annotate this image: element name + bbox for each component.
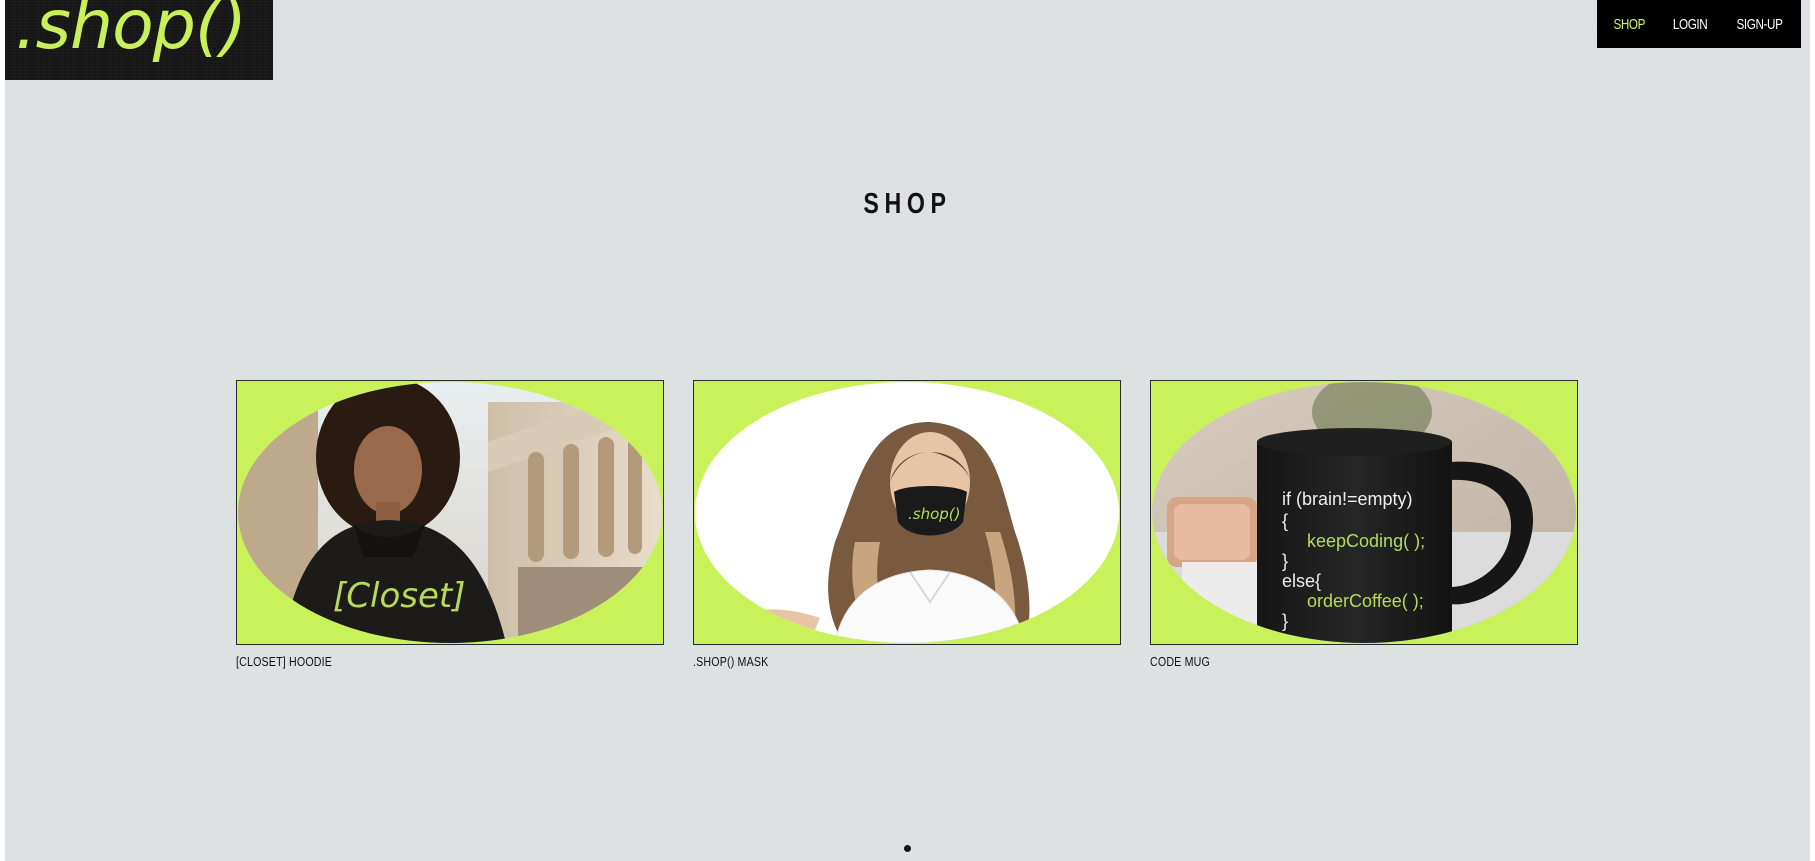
product-image-frame[interactable]: .shop() <box>693 380 1121 645</box>
svg-text:}: } <box>1282 551 1288 571</box>
svg-text:orderCoffee( );: orderCoffee( ); <box>1307 591 1424 611</box>
mask-print-text: .shop() <box>908 505 961 523</box>
top-nav: SHOP LOGIN SIGN-UP <box>1597 0 1801 48</box>
nav-login-link[interactable]: LOGIN <box>1673 16 1708 33</box>
brand-logo[interactable]: .shop() <box>5 0 273 80</box>
product-card-mug[interactable]: if (brain!=empty) { keepCoding( ); } els… <box>1150 380 1578 669</box>
product-photo-hoodie: [Closet] <box>238 382 662 643</box>
product-card-hoodie[interactable]: [Closet] [CLOSET] HOODIE <box>236 380 664 669</box>
nav-shop-link[interactable]: SHOP <box>1614 16 1646 33</box>
product-image-frame[interactable]: [Closet] <box>236 380 664 645</box>
product-card-mask[interactable]: .shop() .SHOP() MASK <box>693 380 1121 669</box>
svg-text:if (brain!=empty): if (brain!=empty) <box>1282 489 1413 509</box>
page: .shop() SHOP LOGIN SIGN-UP SHOP [Closet]… <box>5 0 1810 861</box>
product-photo-mug: if (brain!=empty) { keepCoding( ); } els… <box>1152 382 1576 643</box>
svg-text:}: } <box>1282 611 1288 631</box>
product-name-mug[interactable]: CODE MUG <box>1150 654 1501 669</box>
product-photo-mask: .shop() <box>695 382 1119 643</box>
logo-text: .shop() <box>15 0 247 65</box>
product-name-hoodie[interactable]: [CLOSET] HOODIE <box>236 654 587 669</box>
product-image-frame[interactable]: if (brain!=empty) { keepCoding( ); } els… <box>1150 380 1578 645</box>
page-title: SHOP <box>863 188 952 220</box>
hoodie-print-text: [Closet] <box>333 576 465 616</box>
svg-text:keepCoding( );: keepCoding( ); <box>1307 531 1425 551</box>
nav-signup-link[interactable]: SIGN-UP <box>1736 16 1782 33</box>
carousel-indicator-dot[interactable] <box>904 845 911 852</box>
svg-text:else{: else{ <box>1282 571 1321 591</box>
svg-text:{: { <box>1282 511 1288 531</box>
product-name-mask[interactable]: .SHOP() MASK <box>693 654 1044 669</box>
